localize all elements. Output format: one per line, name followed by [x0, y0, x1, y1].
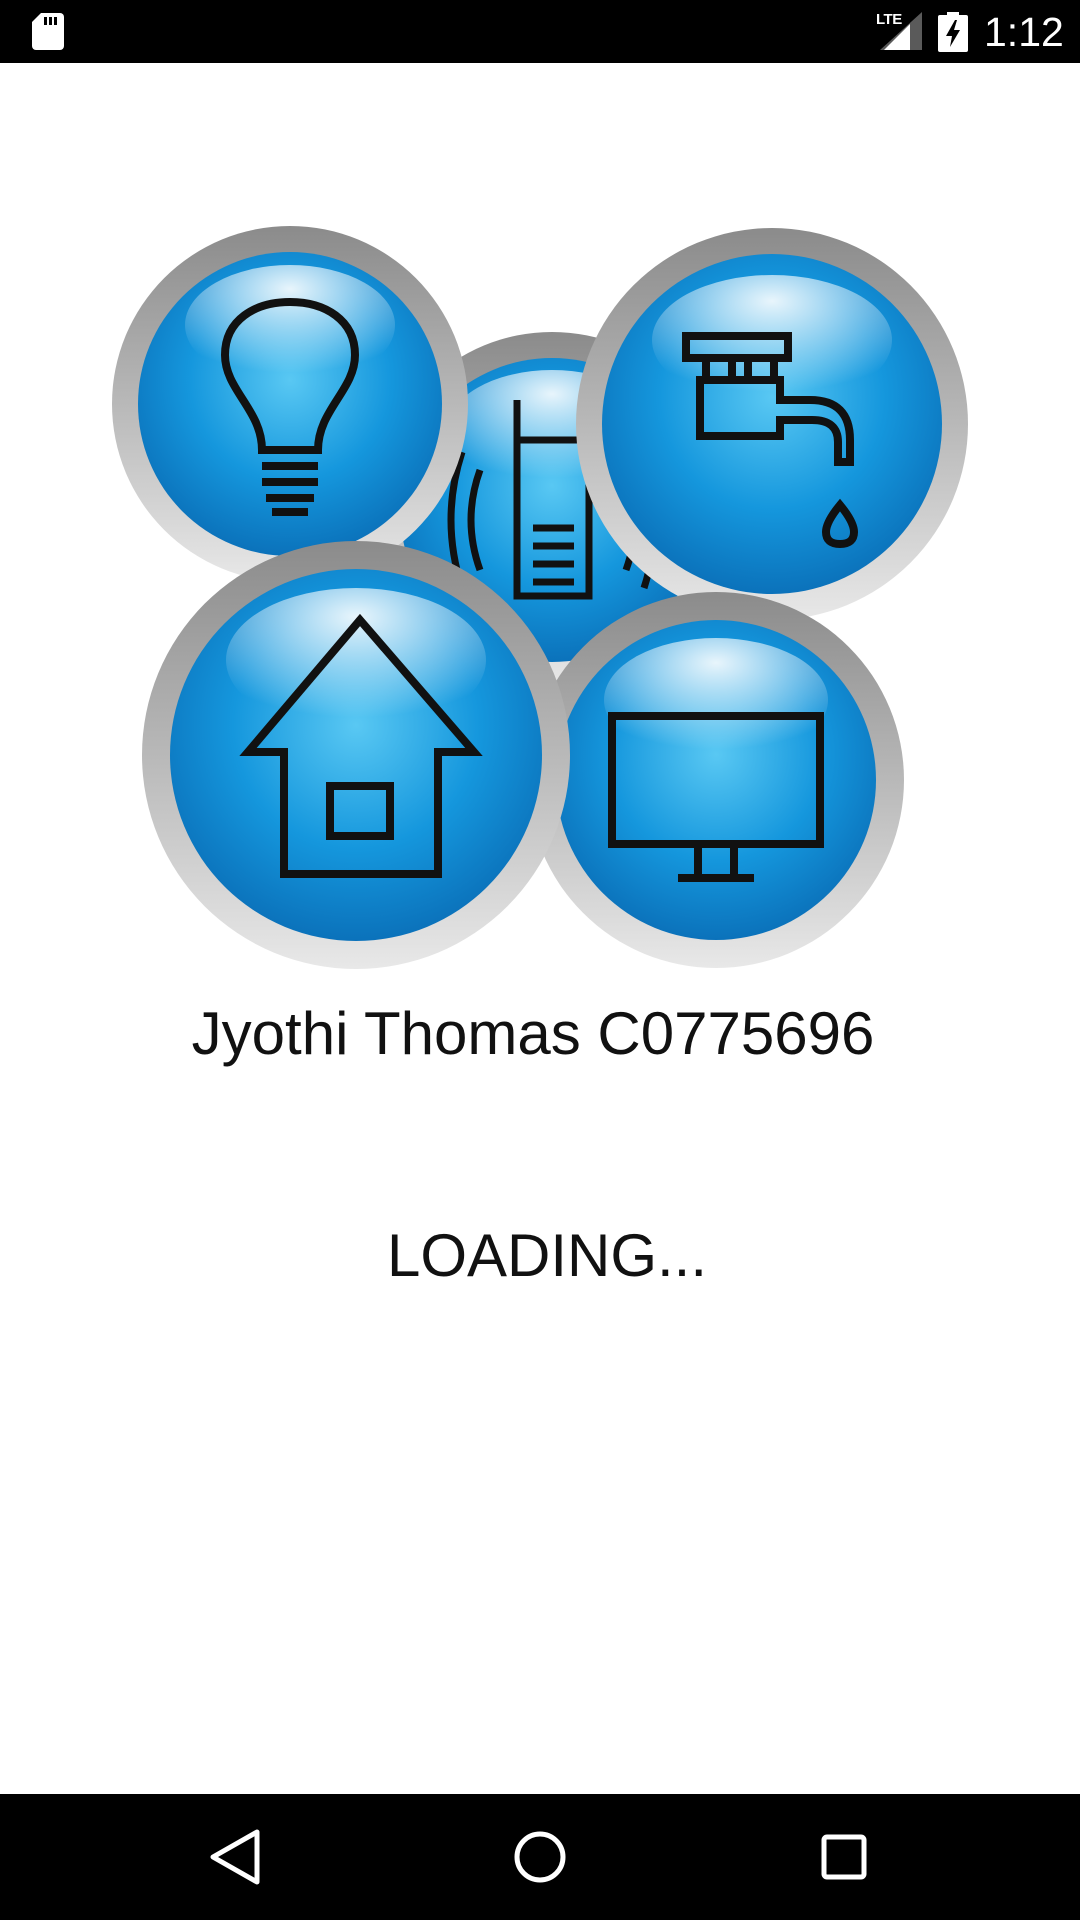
lightbulb-button: [112, 226, 468, 582]
utility-logo: [112, 226, 968, 969]
signal-icon: [880, 12, 922, 50]
house-button: [142, 541, 570, 969]
recents-button[interactable]: [806, 1819, 882, 1895]
back-triangle-icon: [210, 1829, 260, 1885]
student-name-label: Jyothi Thomas C0775696: [191, 1000, 875, 1067]
home-button[interactable]: [502, 1819, 578, 1895]
water-tap-button: [576, 228, 968, 620]
splash-screen: LTE 1:12 Jyothi Thomas C0775696 LOADING.…: [0, 0, 1080, 1920]
home-circle-icon: [514, 1831, 566, 1883]
status-bar: LTE 1:12: [0, 0, 1080, 63]
navigation-bar: [0, 1794, 1080, 1920]
television-button: [528, 592, 904, 968]
back-button[interactable]: [199, 1819, 275, 1895]
battery-charging-icon: [938, 12, 968, 52]
loading-label: LOADING...: [386, 1222, 708, 1289]
clock: 1:12: [984, 9, 1064, 55]
sd-card-icon: [32, 13, 64, 50]
recents-square-icon: [821, 1834, 867, 1880]
